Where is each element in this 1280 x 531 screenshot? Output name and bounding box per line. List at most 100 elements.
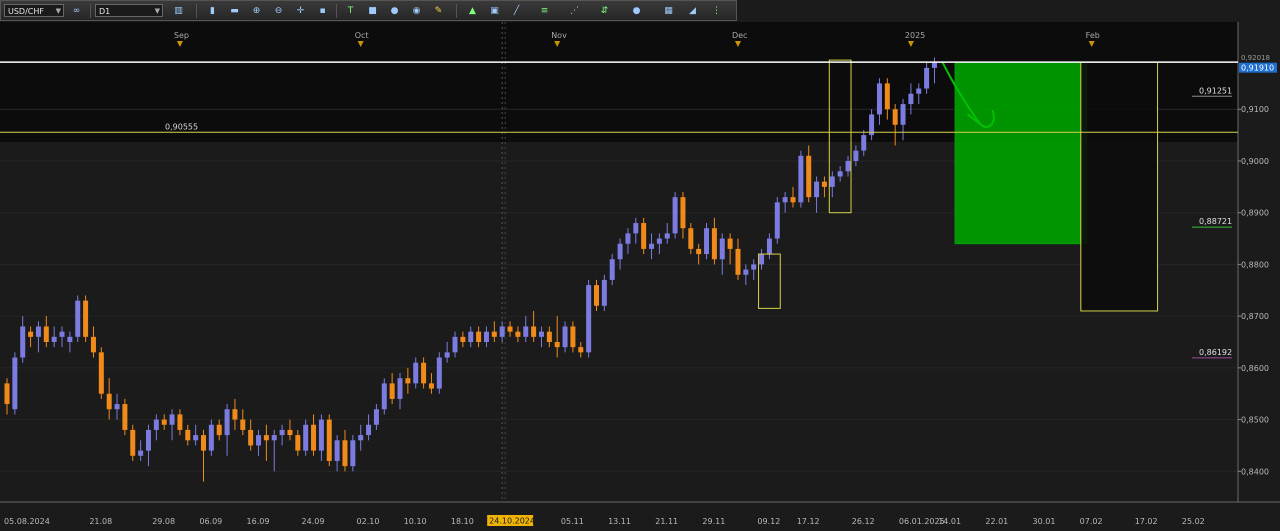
cursor-icon[interactable]: ▪ [315,4,330,18]
candle-body [4,383,10,405]
fibonacci-icon[interactable]: ⋰ [567,4,582,18]
candle-body [664,233,670,239]
timeframe-select[interactable]: D1 ▼ [95,4,163,17]
candle-body [507,326,513,332]
candle-body [884,83,890,110]
candle-body [208,424,214,451]
link-icon[interactable]: ∞ [69,4,84,18]
candle-body [649,243,655,249]
time-tick-label: 05.08.2024 [4,517,50,526]
candle-body [515,331,521,337]
price-top-label: 0,92018 [1241,54,1270,62]
trend-line-icon[interactable]: ╱ [509,4,524,18]
color-circle-icon[interactable]: ● [629,4,644,18]
right-level-label: 0,86192 [1199,348,1232,357]
candle-body [232,409,238,420]
more-tools-icon[interactable]: ⋮ [709,4,724,18]
candle-body [814,181,820,198]
time-tick-label: 30.01 [1033,517,1056,526]
candle-body [672,197,678,234]
time-tick-label: 21.08 [89,517,112,526]
candle-body [389,383,395,399]
time-tick-label: 10.10 [404,517,427,526]
candle-body [656,238,662,244]
candle-body [617,243,623,260]
chart-type-icon[interactable]: ▥ [171,4,186,18]
candle-body [554,342,560,348]
right-level-label: 0,91251 [1199,86,1232,95]
eraser-icon[interactable]: ◢ [685,4,700,18]
candle-body [122,404,128,430]
candle-body [28,331,34,337]
level-label: 0,90555 [165,122,198,131]
candle-body [727,238,733,249]
candle-body [342,440,348,467]
indicators-icon[interactable]: ▲ [465,4,480,18]
candle-body [523,326,529,337]
month-marker-label: Sep [174,31,189,40]
zoom-out-icon[interactable]: ⊖ [271,4,286,18]
candles-icon[interactable]: ▮ [205,4,220,18]
price-tick-label: 0,8700 [1241,312,1269,321]
chart-toolbar: USD/CHF ▼ ∞ D1 ▼ ▥ ▮ ▬ ⊕ ⊖ ✛ ▪ T ■ ● ◉ ✎ ▲… [0,0,737,21]
pencil-icon[interactable]: ✎ [431,4,446,18]
candle-body [696,248,702,255]
candle-body [397,378,403,399]
price-tick-label: 0,8500 [1241,416,1269,425]
price-tick-label: 0,8400 [1241,467,1269,476]
time-tick-label: 18.10 [451,517,474,526]
time-tick-label: 02.10 [357,517,380,526]
zoom-in-icon[interactable]: ⊕ [249,4,264,18]
candle-body [821,181,827,187]
candle-body [90,336,96,353]
symbol-select[interactable]: USD/CHF ▼ [4,4,64,17]
candle-body [358,435,364,441]
current-price-label: 0,91910 [1241,64,1274,73]
toolbar-separator [456,4,457,18]
time-tick-label: 16.09 [247,517,270,526]
candle-body [837,171,843,177]
candle-body [719,238,725,260]
candle-body [578,347,584,353]
candle-body [538,331,544,337]
grid-icon[interactable]: ▦ [661,4,676,18]
text-tool-icon[interactable]: T [343,4,358,18]
candle-body [735,248,741,275]
toolbar-separator [196,4,197,18]
candle-body [185,429,191,441]
candle-body [106,393,112,410]
candle-body [688,228,694,249]
candle-body [114,404,120,410]
price-tick-label: 0,9100 [1241,105,1269,114]
candle-body [366,424,372,436]
price-tick-label: 0,8800 [1241,260,1269,269]
candle-body [295,435,301,451]
line-chart-icon[interactable]: ▬ [227,4,242,18]
candle-body [381,383,387,410]
candle-body [531,326,537,337]
note-icon[interactable]: ■ [365,4,380,18]
candle-body [499,326,505,337]
candle-body [751,264,757,270]
price-chart[interactable]: 0,9100 0,9000 0,8900 0,8800 0,8700 0,8600 0,85… [0,22,1280,531]
candle-body [798,155,804,203]
time-tick-label: 09.12 [757,517,780,526]
globe-icon[interactable]: ◉ [409,4,424,18]
time-tick-label: 29.11 [702,517,725,526]
time-tick-label: 25.02 [1182,517,1205,526]
time-tick-label: 21.11 [655,517,678,526]
crosshair-icon[interactable]: ✛ [293,4,308,18]
candle-body [161,419,167,425]
arrows-icon[interactable]: ⇵ [597,4,612,18]
shapes-icon[interactable]: ● [387,4,402,18]
candle-body [303,424,309,451]
candle-body [782,197,788,203]
candle-body [853,150,859,161]
templates-icon[interactable]: ▣ [487,4,502,18]
candle-body [641,223,647,249]
candle-body [924,67,930,89]
channel-icon[interactable]: ≡ [537,4,552,18]
timeframe-value: D1 [99,7,111,16]
candle-body [130,429,136,456]
price-tick-label: 0,9000 [1241,157,1269,166]
